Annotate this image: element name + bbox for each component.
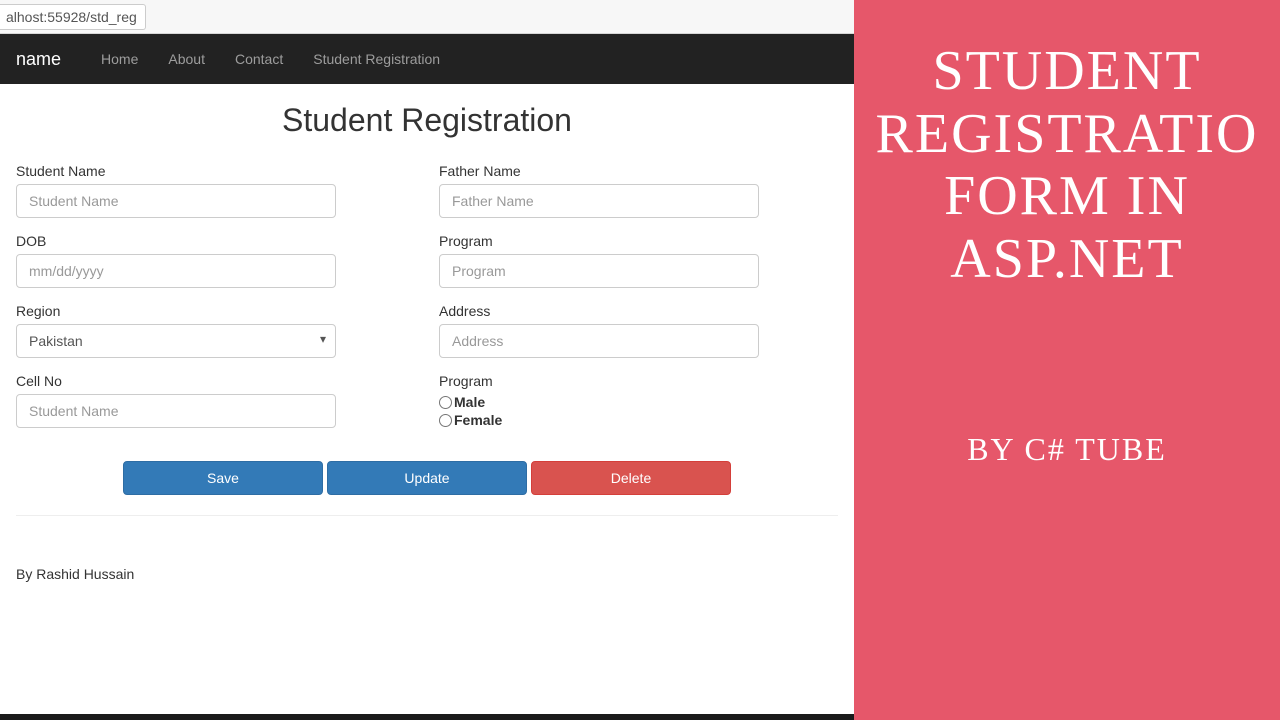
- brand-name[interactable]: name: [4, 49, 76, 70]
- cellno-label: Cell No: [16, 373, 415, 389]
- dob-label: DOB: [16, 233, 415, 249]
- video-title-sidebar: STUDENT REGISTRATIO FORM IN ASP.NET BY C…: [854, 0, 1280, 720]
- father-name-label: Father Name: [439, 163, 838, 179]
- radio-male-label: Male: [454, 394, 485, 410]
- nav-about[interactable]: About: [153, 34, 220, 84]
- dob-input[interactable]: [16, 254, 336, 288]
- address-label: Address: [439, 303, 838, 319]
- delete-button[interactable]: Delete: [531, 461, 731, 495]
- bottom-bar: [0, 714, 854, 720]
- sidebar-line2: REGISTRATIO: [876, 103, 1259, 165]
- sidebar-line1: STUDENT: [932, 40, 1201, 102]
- save-button[interactable]: Save: [123, 461, 323, 495]
- page-title: Student Registration: [16, 102, 838, 139]
- sidebar-line3: FORM IN: [944, 165, 1190, 227]
- footer-text: By Rashid Hussain: [16, 516, 838, 582]
- sidebar-byline: BY C# TUBE: [967, 431, 1167, 468]
- program-label: Program: [439, 233, 838, 249]
- gender-label: Program: [439, 373, 838, 389]
- region-select[interactable]: Pakistan: [16, 324, 336, 358]
- nav-contact[interactable]: Contact: [220, 34, 298, 84]
- nav-student-registration[interactable]: Student Registration: [298, 34, 455, 84]
- sidebar-line4: ASP.NET: [950, 228, 1183, 290]
- student-name-input[interactable]: [16, 184, 336, 218]
- region-label: Region: [16, 303, 415, 319]
- radio-male[interactable]: [439, 396, 452, 409]
- radio-female-label: Female: [454, 412, 502, 428]
- url-text: alhost:55928/std_reg: [0, 4, 146, 30]
- cellno-input[interactable]: [16, 394, 336, 428]
- student-name-label: Student Name: [16, 163, 415, 179]
- address-bar[interactable]: alhost:55928/std_reg: [0, 0, 854, 34]
- program-input[interactable]: [439, 254, 759, 288]
- update-button[interactable]: Update: [327, 461, 527, 495]
- address-input[interactable]: [439, 324, 759, 358]
- navbar: name Home About Contact Student Registra…: [0, 34, 854, 84]
- father-name-input[interactable]: [439, 184, 759, 218]
- radio-female[interactable]: [439, 414, 452, 427]
- nav-home[interactable]: Home: [86, 34, 153, 84]
